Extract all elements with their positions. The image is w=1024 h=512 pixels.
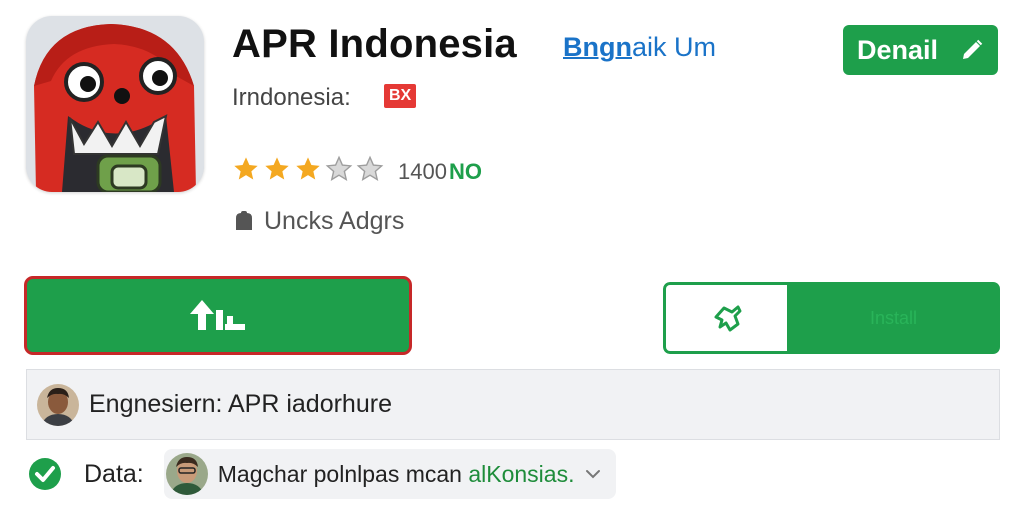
developer-text: Engnesiern: APR iadorhure [89,390,392,418]
star-filled-icon [234,157,258,180]
secondary-action-label: Install [869,307,918,328]
secondary-split-button: Install [663,282,1000,354]
data-chip-text: Magchar polnlpas mcan alKonsias. [218,461,575,488]
contains-ads-row: Uncks Adgrs [232,207,404,236]
data-dropdown[interactable]: Magchar polnlpas mcan alKonsias. [163,449,617,499]
star-filled-icon [265,157,289,180]
rating-count-value: 1400 [398,159,447,184]
app-subtitle: Irndonesia: [232,84,351,111]
developer-avatar [37,383,79,426]
star-rating [232,155,384,183]
data-chip-main: Magchar polnlpas mcan [217,460,469,487]
upload-arrows-icon [190,299,245,330]
pin-button[interactable] [663,282,787,354]
check-circle-icon [29,458,61,490]
chevron-down-icon [586,470,601,479]
contains-ads-label: Uncks Adgrs [264,207,405,235]
data-chip-highlight: alKonsias. [468,460,575,487]
title-link-rest: aik Um [631,32,716,62]
app-listing-page: APR Indonesia Bngnaik Um Denail Irndones… [0,0,1024,512]
title-link-first: Bngn [563,32,632,62]
detail-button[interactable]: Denail [843,25,998,75]
pencil-icon [963,39,983,59]
secondary-action-button[interactable]: Install [787,282,1000,354]
title-link[interactable]: Bngnaik Um [563,32,716,63]
star-filled-icon [296,157,320,180]
star-empty-icon [356,155,384,181]
data-label: Data: [84,459,144,488]
app-title: APR Indonesia [232,22,517,66]
app-icon[interactable] [26,16,204,192]
rating-count-suffix: NO [448,159,482,184]
rating-count: 1400NO [398,159,482,185]
data-safety-row: Data: Magchar polnlpas mcan alKonsias. [28,449,617,499]
developer-info[interactable]: Engnesiern: APR iadorhure [26,369,1000,440]
star-empty-icon [325,155,353,181]
data-avatar [165,453,208,495]
country-badge: BX [384,84,417,108]
ads-info-icon [236,210,252,230]
detail-button-label: Denail [856,34,939,65]
install-button[interactable] [24,276,412,355]
pin-icon [714,305,741,332]
